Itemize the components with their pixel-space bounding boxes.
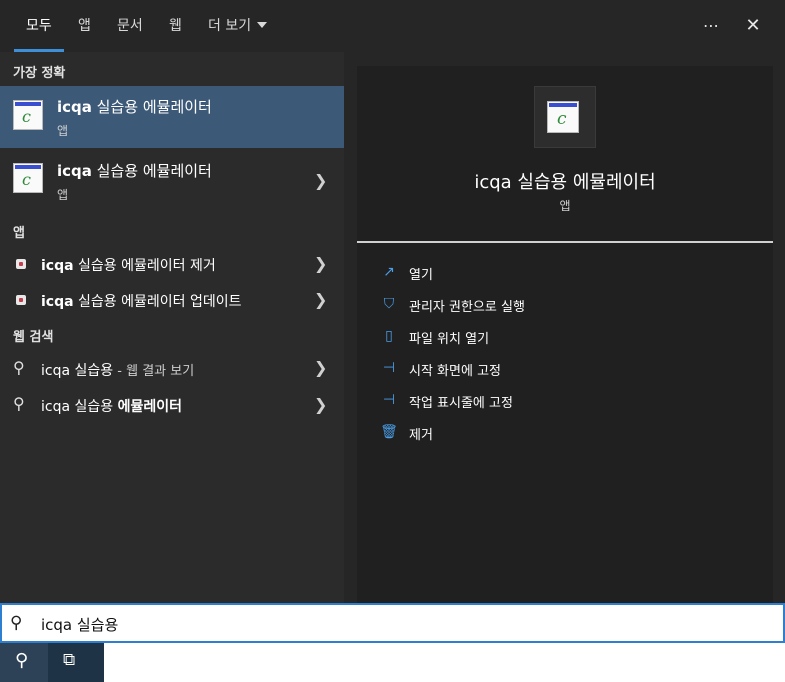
web-result-label-2: icqa 실습용 에뮬레이터: [41, 399, 182, 415]
app-small-icon: [16, 295, 26, 305]
open-icon: ↗: [383, 264, 395, 280]
app-icon-large: c: [547, 101, 579, 133]
action-pin-to-taskbar-label: 작업 표시줄에 고정: [409, 396, 513, 411]
search-tabs: 모두 앱 문서 웹 더 보기 ⋯ ✕: [0, 0, 785, 52]
search-icon: ⚲: [13, 358, 25, 377]
section-apps: 앱: [13, 226, 25, 241]
section-web-search: 웹 검색: [13, 330, 54, 345]
list-item-update-label: icqa 실습용 에뮬레이터 업데이트: [41, 294, 242, 310]
list-item-uninstall-label: icqa 실습용 에뮬레이터 제거: [41, 258, 216, 274]
chevron-right-icon[interactable]: ❯: [314, 395, 327, 414]
panel-gap: [344, 52, 357, 603]
preview-title: icqa 실습용 에뮬레이터: [474, 172, 656, 193]
search-icon: ⚲: [13, 394, 25, 413]
search-input[interactable]: icqa 실습용: [41, 614, 118, 635]
task-view-icon[interactable]: ⧉: [63, 650, 75, 670]
web-result-label: icqa 실습용 - 웹 결과 보기: [41, 363, 195, 379]
tab-documents[interactable]: 문서: [117, 0, 143, 52]
chevron-right-icon[interactable]: ❯: [314, 254, 327, 273]
chevron-right-icon[interactable]: ❯: [314, 290, 327, 309]
action-run-as-admin-label: 관리자 권한으로 실행: [409, 300, 525, 315]
app-icon: c: [13, 100, 43, 130]
pin-icon: ⊣: [382, 360, 396, 376]
best-match-title-2: icqa 실습용 에뮬레이터: [57, 162, 212, 180]
chevron-right-icon[interactable]: ❯: [314, 171, 327, 190]
best-match-title: icqa 실습용 에뮬레이터: [57, 98, 212, 116]
close-icon[interactable]: ✕: [738, 0, 768, 52]
action-open-file-location-label: 파일 위치 열기: [409, 332, 490, 347]
pin-icon: ⊣: [382, 392, 396, 408]
action-open-label: 열기: [409, 268, 433, 283]
chevron-down-icon: [257, 22, 268, 28]
more-options-icon[interactable]: ⋯: [696, 0, 726, 52]
preview-subtitle: 앱: [559, 199, 571, 213]
action-pin-to-start-label: 시작 화면에 고정: [409, 364, 501, 379]
tab-apps[interactable]: 앱: [78, 0, 91, 52]
search-icon: ⚲: [10, 613, 23, 633]
preview-divider: [357, 241, 773, 243]
trash-icon: 🗑: [380, 424, 398, 440]
shield-icon: ⛉: [383, 296, 395, 312]
file-location-icon: ▯: [385, 328, 393, 344]
best-match-subtitle: 앱: [57, 124, 69, 138]
best-match-subtitle-2: 앱: [57, 188, 69, 202]
action-uninstall-label: 제거: [409, 428, 433, 443]
section-best-match: 가장 정확: [13, 66, 66, 81]
app-icon: c: [13, 163, 43, 193]
chevron-right-icon[interactable]: ❯: [314, 358, 327, 377]
tab-web[interactable]: 웹: [169, 0, 182, 52]
app-small-icon: [16, 259, 26, 269]
search-box[interactable]: ⚲ icqa 실습용: [0, 603, 785, 643]
start-search-panel: 모두 앱 문서 웹 더 보기 ⋯ ✕ 가장 정확 c icqa 실습용 에뮬레이…: [0, 0, 785, 603]
tab-more-label: 더 보기: [208, 18, 252, 34]
search-icon: ⚲: [15, 650, 29, 671]
tab-all[interactable]: 모두: [26, 0, 52, 52]
tab-more[interactable]: 더 보기: [208, 0, 268, 52]
